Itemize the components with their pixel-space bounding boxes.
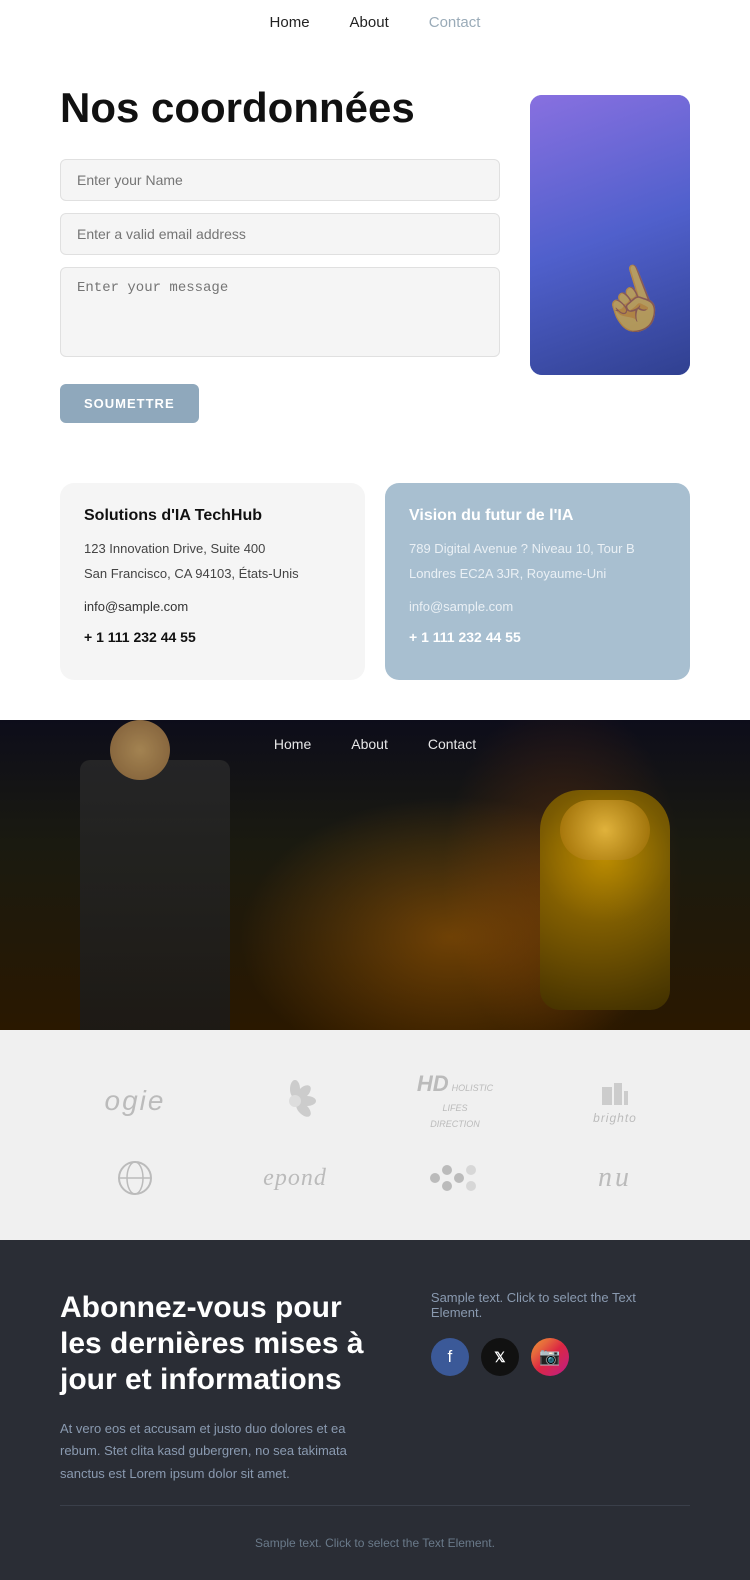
hero-image [530, 95, 690, 375]
card-1-address2: San Francisco, CA 94103, États-Unis [84, 564, 341, 585]
twitter-symbol: 𝕏 [494, 1349, 505, 1366]
message-input[interactable] [60, 267, 500, 357]
overlay-navigation: Home About Contact [0, 720, 750, 768]
footer-bottom-text: Sample text. Click to select the Text El… [255, 1536, 495, 1550]
email-field-group [60, 213, 500, 255]
footer-heading: Abonnez-vous pour les dernières mises à … [60, 1290, 371, 1398]
ai-hand-visual [530, 95, 690, 375]
contact-card-1: Solutions d'IA TechHub 123 Innovation Dr… [60, 483, 365, 680]
hero-section: Nos coordonnées SOUMETTRE [0, 45, 750, 463]
partner-logo-dots [425, 1156, 485, 1200]
card-1-title: Solutions d'IA TechHub [84, 507, 341, 525]
card-2-phone: + 1 111 232 44 55 [409, 626, 666, 648]
partners-grid: ogie HDHOLISTICLIFESDIRECTION brighto [60, 1070, 690, 1200]
hero-fullwidth-image: Home About Contact [0, 720, 750, 1030]
partner-logo-circle [113, 1156, 157, 1200]
footer-inner: Abonnez-vous pour les dernières mises à … [60, 1290, 690, 1484]
nav-contact[interactable]: Contact [429, 14, 481, 31]
twitter-icon[interactable]: 𝕏 [481, 1338, 519, 1376]
partner-logo-nu: nu [598, 1162, 632, 1194]
partner-logo-epond: epond [263, 1165, 327, 1192]
page-title: Nos coordonnées [60, 85, 500, 131]
name-field-group [60, 159, 500, 201]
hero-form-area: Nos coordonnées SOUMETTRE [60, 85, 500, 423]
partner-logo-flower [273, 1079, 317, 1123]
ai-scene-robot [540, 790, 670, 1010]
contact-cards-section: Solutions d'IA TechHub 123 Innovation Dr… [0, 463, 750, 720]
name-input[interactable] [60, 159, 500, 201]
overlay-nav-home[interactable]: Home [274, 736, 311, 752]
partner-logo-ogie: ogie [105, 1085, 166, 1117]
footer-sample-text: Sample text. Click to select the Text El… [431, 1290, 690, 1320]
partner-logo-hd: HDHOLISTICLIFESDIRECTION [417, 1070, 493, 1132]
contact-card-2: Vision du futur de l'IA 789 Digital Aven… [385, 483, 690, 680]
card-1-address1: 123 Innovation Drive, Suite 400 [84, 539, 341, 560]
submit-button[interactable]: SOUMETTRE [60, 384, 199, 423]
email-input[interactable] [60, 213, 500, 255]
facebook-symbol: f [448, 1347, 453, 1367]
footer-left: Abonnez-vous pour les dernières mises à … [60, 1290, 371, 1484]
card-2-email: info@sample.com [409, 597, 666, 618]
footer-right: Sample text. Click to select the Text El… [431, 1290, 690, 1400]
card-1-phone: + 1 111 232 44 55 [84, 626, 341, 648]
message-field-group [60, 267, 500, 362]
card-2-address1: 789 Digital Avenue ? Niveau 10, Tour B [409, 539, 666, 560]
nav-home[interactable]: Home [270, 14, 310, 31]
partners-section: ogie HDHOLISTICLIFESDIRECTION brighto [0, 1030, 750, 1240]
ai-scene-person [80, 760, 230, 1030]
footer-section: Abonnez-vous pour les dernières mises à … [0, 1240, 750, 1579]
footer-bottom: Sample text. Click to select the Text El… [60, 1505, 690, 1550]
facebook-icon[interactable]: f [431, 1338, 469, 1376]
instagram-symbol: 📷 [539, 1347, 560, 1367]
instagram-icon[interactable]: 📷 [531, 1338, 569, 1376]
social-icons-group: f 𝕏 📷 [431, 1338, 690, 1376]
top-navigation: Home About Contact [0, 0, 750, 45]
partner-logo-brighto: brighto [593, 1077, 637, 1125]
nav-about[interactable]: About [350, 14, 389, 31]
footer-body-text: At vero eos et accusam et justo duo dolo… [60, 1418, 371, 1484]
card-1-email: info@sample.com [84, 597, 341, 618]
card-2-title: Vision du futur de l'IA [409, 507, 666, 525]
overlay-nav-contact[interactable]: Contact [428, 736, 476, 752]
card-2-address2: Londres EC2A 3JR, Royaume-Uni [409, 564, 666, 585]
overlay-nav-about[interactable]: About [351, 736, 388, 752]
